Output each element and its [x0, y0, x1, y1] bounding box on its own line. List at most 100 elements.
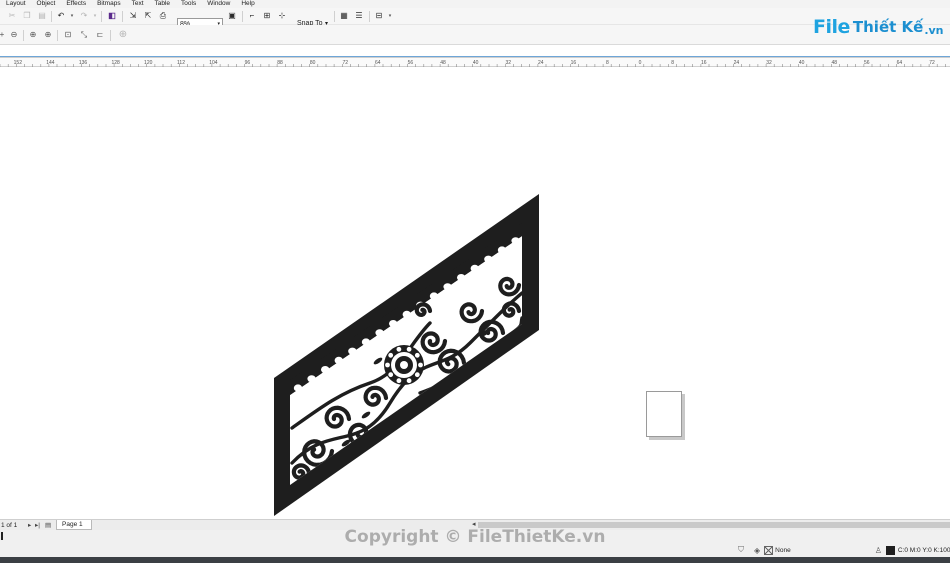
toolbar-separator	[242, 11, 243, 22]
railing-bead	[470, 264, 479, 272]
ruler-label: 8	[671, 60, 674, 66]
show-grid-icon[interactable]: ⊞	[261, 10, 273, 22]
ruler-label: 72	[929, 60, 935, 66]
railing-bead	[443, 283, 452, 291]
railing-bead	[321, 366, 330, 374]
toolbar-separator	[57, 30, 58, 41]
pan-icon[interactable]: +	[0, 29, 8, 41]
filethietke-logo: File Thiết Kế .vn	[813, 14, 944, 40]
add-toolbar-item-icon[interactable]: ⊕	[117, 29, 129, 41]
redo-dropdown-icon[interactable]: ▾	[89, 10, 101, 22]
zoom-out-icon[interactable]: ⊖	[8, 29, 20, 41]
railing-bead	[511, 237, 520, 245]
toolbar-separator	[51, 11, 52, 22]
show-rulers-icon[interactable]: ⌐	[246, 10, 258, 22]
ruler-label: 104	[209, 60, 218, 66]
zoom-page-width-icon[interactable]: ⊏	[94, 29, 106, 41]
rosette-petal	[388, 372, 394, 378]
ruler-label: 32	[505, 60, 511, 66]
menu-effects[interactable]: Effects	[66, 0, 86, 8]
railing-bead	[293, 384, 303, 392]
ruler-label: 112	[177, 60, 185, 66]
ruler-label: 0	[639, 60, 642, 66]
ruler-label: 80	[310, 60, 316, 66]
zoom-to-fit-icon[interactable]: ⊡	[62, 29, 74, 41]
rosette-petal	[385, 362, 390, 368]
search-content-icon[interactable]: ◧	[106, 10, 118, 22]
rosette-petal	[396, 346, 402, 352]
menu-tools[interactable]: Tools	[181, 0, 196, 8]
launcher-dropdown-icon[interactable]: ▾	[384, 10, 396, 22]
horizontal-ruler[interactable]: 152 144 136 128 120 112 104 96 88 80 72 64 56 48 40 32 2…	[0, 57, 950, 67]
ruler-label: 56	[864, 60, 870, 66]
ruler-label: 136	[79, 60, 88, 66]
status-fill-outline: ⛉ ◈ None ♙ C:0 M:0 Y:0 K:100 0	[738, 545, 950, 555]
railing-bead	[429, 292, 439, 300]
menu-text[interactable]: Text	[132, 0, 144, 8]
ruler-label: 8	[606, 60, 609, 66]
rosette-petal	[414, 352, 420, 358]
zoom-toolbar: + ⊖ ⊕ ⊕ ⊡ ⤡ ⊏ ⊕	[0, 25, 950, 45]
drawing-canvas[interactable]	[0, 67, 950, 519]
rosette-petal	[406, 378, 412, 384]
ruler-label: 88	[277, 60, 283, 66]
menu-window[interactable]: Window	[207, 0, 230, 8]
object-properties-icon[interactable]: ⛉	[738, 545, 744, 555]
ruler-label: 64	[375, 60, 381, 66]
zoom-selected-icon[interactable]: ⊕	[42, 29, 54, 41]
full-screen-preview-icon[interactable]: ▣	[226, 10, 238, 22]
copyright-watermark: Copyright © FileThietKe.vn	[344, 527, 606, 547]
zoom-to-page-icon[interactable]: ⤡	[78, 29, 90, 41]
toolbar-separator	[122, 11, 123, 22]
menu-bitmaps[interactable]: Bitmaps	[97, 0, 120, 8]
railing-bead	[389, 320, 398, 328]
publish-pdf-icon[interactable]: ⎙	[157, 10, 169, 22]
page-thumbnail[interactable]	[646, 391, 682, 437]
ruler-label: 24	[734, 60, 740, 66]
rosette-petal	[414, 372, 420, 378]
railing-bead	[484, 255, 493, 263]
fill-status: None	[775, 546, 791, 554]
standard-toolbar: ✂ ❐ ▤ ↶ ▾ ↷ ▾ ◧ ⇲ ⇱ ⎙ 8% ▾ ▣ ⌐ ⊞ ⊹ Snap …	[0, 8, 950, 30]
outline-pen-icon[interactable]: ♙	[875, 546, 882, 555]
alignment-icon[interactable]: ☰	[353, 10, 365, 22]
ruler-label: 128	[111, 60, 120, 66]
rosette-petal	[406, 346, 412, 352]
zoom-in-icon[interactable]: ⊕	[27, 29, 39, 41]
railing-bead	[361, 338, 371, 346]
ruler-label: 144	[46, 60, 55, 66]
rosette-petal	[388, 352, 394, 358]
ruler-label: 24	[538, 60, 544, 66]
os-taskbar	[0, 557, 950, 563]
ruler-label: 96	[245, 60, 251, 66]
decorative-railing-panel[interactable]	[270, 193, 542, 519]
logo-file-text: File	[813, 16, 850, 38]
ruler-label: 32	[766, 60, 772, 66]
undo-dropdown-icon[interactable]: ▾	[66, 10, 78, 22]
cut-icon[interactable]: ✂	[6, 10, 18, 22]
menu-help[interactable]: Help	[241, 0, 254, 8]
no-fill-swatch-icon[interactable]	[764, 545, 774, 555]
railing-bead	[375, 329, 384, 337]
ruler-label: 48	[831, 60, 837, 66]
railing-bead	[348, 347, 357, 355]
import-icon[interactable]: ⇲	[127, 10, 139, 22]
railing-bead	[334, 356, 343, 364]
ruler-label: 40	[473, 60, 479, 66]
export-icon[interactable]: ⇱	[142, 10, 154, 22]
logo-thietke-text: Thiết Kế	[852, 18, 924, 36]
copy-icon[interactable]: ❐	[21, 10, 33, 22]
paste-icon[interactable]: ▤	[36, 10, 48, 22]
outline-color-swatch[interactable]	[885, 545, 895, 555]
menu-object[interactable]: Object	[37, 0, 56, 8]
fill-bucket-icon[interactable]: ◈	[754, 546, 760, 555]
toolbar-separator	[334, 11, 335, 22]
coreldraw-window: Layout Object Effects Bitmaps Text Table…	[0, 0, 950, 563]
show-guidelines-icon[interactable]: ⊹	[276, 10, 288, 22]
rosette-petal	[418, 362, 423, 368]
ruler-label: 40	[799, 60, 805, 66]
menu-layout[interactable]: Layout	[6, 0, 26, 8]
toolbar-separator	[369, 11, 370, 22]
menu-table[interactable]: Table	[155, 0, 171, 8]
options-icon[interactable]: ▦	[338, 10, 350, 22]
